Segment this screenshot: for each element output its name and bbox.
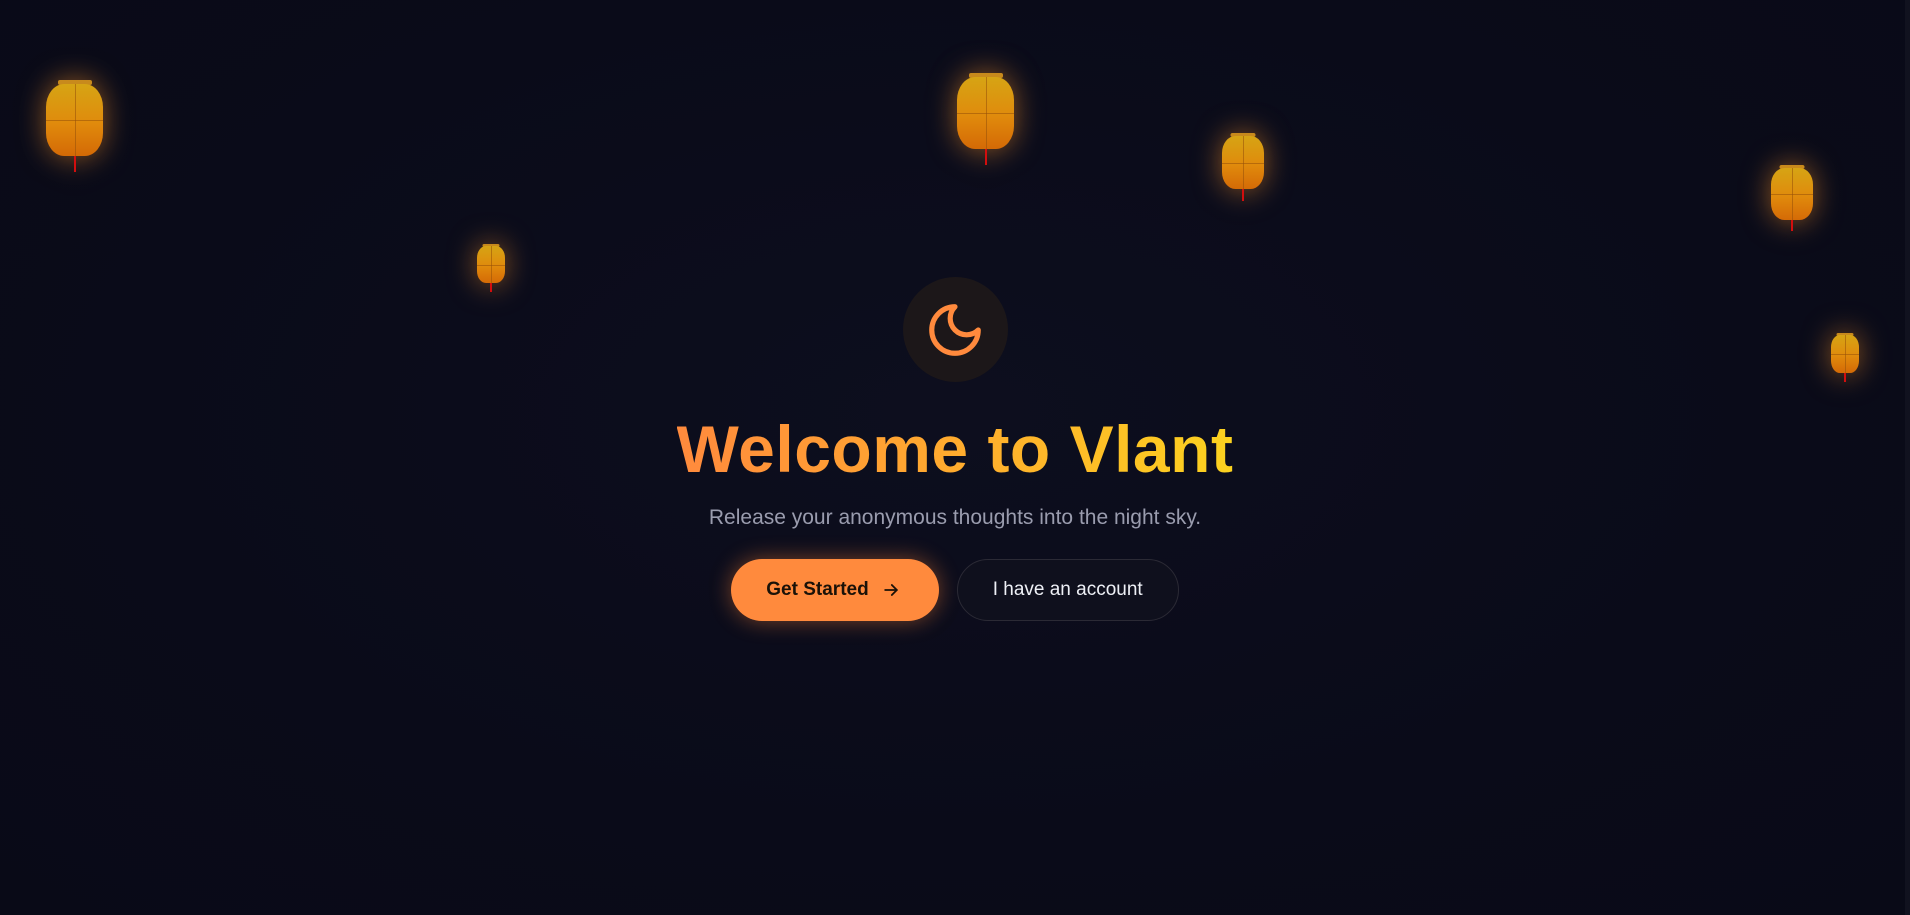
page-subtitle: Release your anonymous thoughts into the… (708, 506, 1202, 529)
lantern-icon (1771, 165, 1813, 231)
get-started-button[interactable]: Get Started (731, 559, 939, 621)
get-started-label: Get Started (766, 579, 869, 600)
have-account-button[interactable]: I have an account (956, 559, 1179, 621)
lantern-icon (1222, 133, 1264, 201)
page-title: Welcome to Vlant (676, 412, 1234, 486)
welcome-screen: Welcome to Vlant Release your anonymous … (0, 0, 1910, 915)
hero-section: Welcome to Vlant Release your anonymous … (0, 277, 1910, 621)
moon-badge (902, 277, 1008, 382)
hero-actions: Get Started I have an account (731, 559, 1179, 621)
moon-icon (929, 303, 981, 356)
arrow-right-icon (883, 584, 898, 596)
lantern-icon (957, 73, 1014, 165)
lantern-icon (46, 80, 103, 172)
window-edge (1905, 0, 1910, 915)
have-account-label: I have an account (992, 579, 1143, 600)
